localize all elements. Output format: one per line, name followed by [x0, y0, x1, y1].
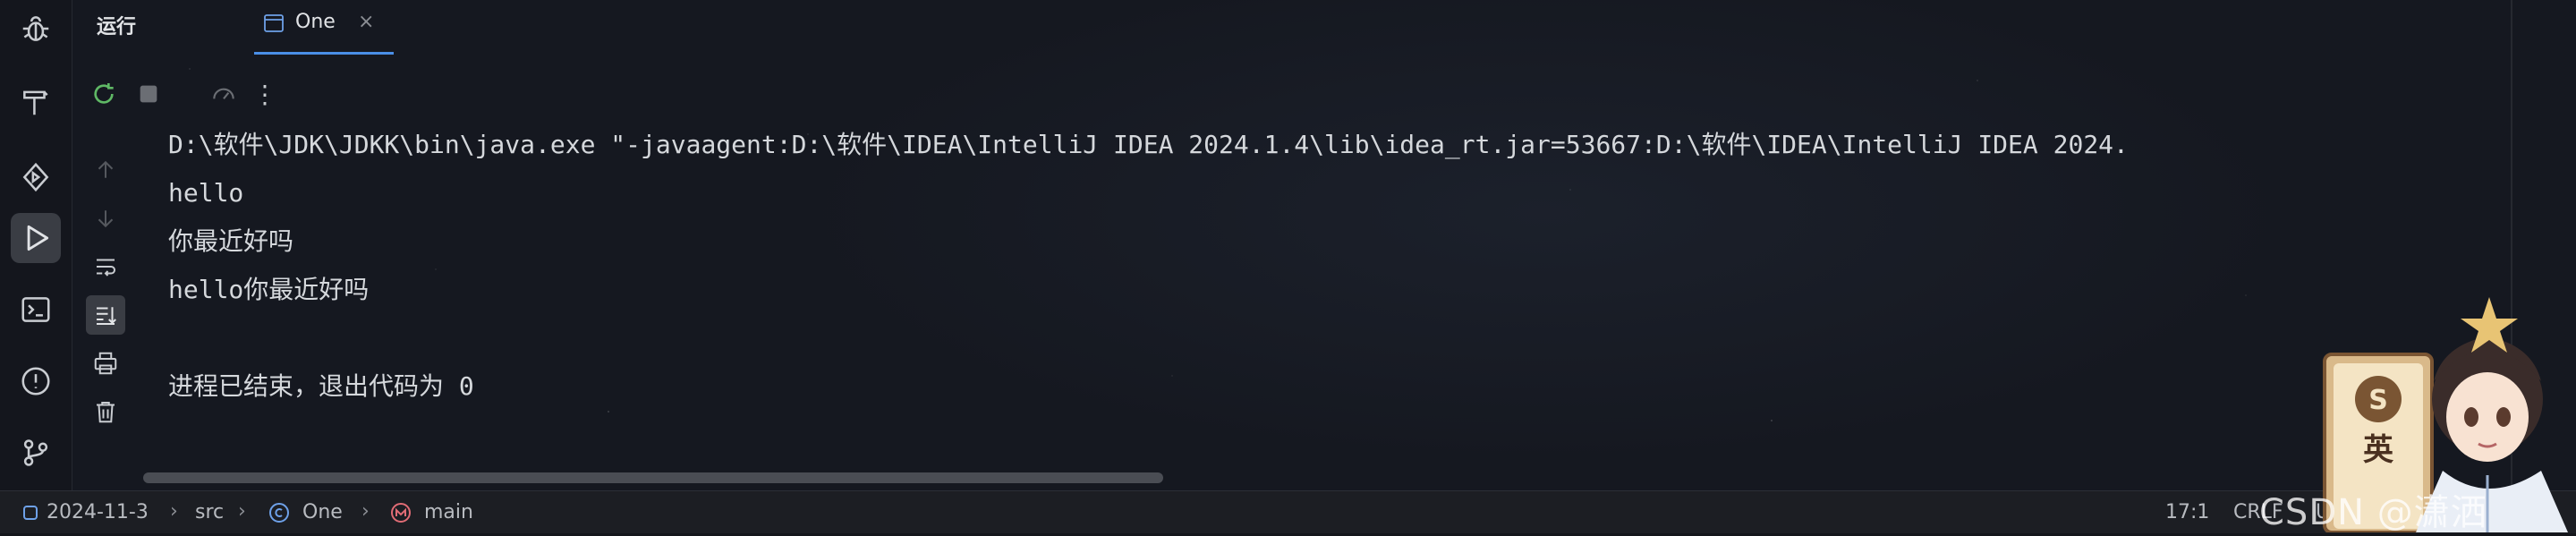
scroll-down-button[interactable]	[86, 199, 125, 238]
csdn-watermark: CSDN @潇洒	[2259, 492, 2487, 533]
stop-icon	[140, 85, 157, 103]
module-icon	[23, 506, 38, 520]
breadcrumb-separator: ›	[170, 500, 178, 523]
run-tool-header: 运行 One ×	[72, 0, 2576, 55]
scroll-to-end-icon	[97, 307, 116, 325]
console-gutter	[72, 125, 143, 483]
rerun-icon	[94, 83, 114, 104]
caret-position[interactable]: 17:1	[2165, 500, 2209, 525]
hammer-icon	[23, 90, 48, 115]
application-icon	[264, 14, 284, 32]
scroll-to-end-button[interactable]	[86, 295, 125, 335]
tab-close-icon[interactable]: ×	[358, 11, 374, 33]
console-line: hello你最近好吗	[168, 275, 370, 304]
profiler-button[interactable]	[206, 72, 242, 116]
build-tool-button[interactable]	[11, 77, 61, 127]
tool-window-strip	[0, 0, 72, 490]
services-icon	[22, 162, 49, 192]
printer-icon	[94, 352, 117, 375]
scroll-up-button[interactable]	[86, 150, 125, 190]
rerun-button[interactable]	[86, 72, 122, 116]
arrow-up-icon	[98, 160, 114, 178]
breadcrumb-separator: ›	[238, 500, 246, 523]
tab-one-label: One	[295, 11, 336, 33]
console-line-exit-status: 进程已结束，退出代码为 0	[168, 371, 474, 401]
console-line: hello	[168, 178, 244, 208]
play-icon	[27, 225, 49, 251]
more-options-button[interactable]: ⋮	[247, 72, 283, 116]
breadcrumb-method[interactable]: main	[424, 500, 473, 525]
bug-icon	[22, 16, 49, 41]
services-tool-button[interactable]	[11, 152, 61, 202]
clear-all-button[interactable]	[86, 392, 125, 431]
tab-one[interactable]: One ×	[254, 0, 388, 54]
horizontal-scrollbar[interactable]	[143, 472, 1163, 483]
terminal-icon	[21, 297, 50, 322]
svg-text:S: S	[2368, 385, 2388, 416]
avatar-badge-text: 英	[2363, 432, 2394, 468]
run-toolbar: ⋮	[72, 72, 340, 116]
status-bar: 2024-11-3 › src › One › main 17:1 CRLF U	[0, 490, 2576, 533]
soft-wrap-button[interactable]	[86, 247, 125, 286]
console-line-command: D:\软件\JDK\JDKK\bin\java.exe "-javaagent:…	[168, 130, 2129, 159]
problems-tool-button[interactable]	[11, 356, 61, 406]
active-tab-indicator	[254, 52, 394, 55]
problems-icon	[21, 367, 50, 396]
soft-wrap-icon	[97, 259, 115, 277]
git-tool-button[interactable]	[11, 428, 61, 478]
debug-tool-button[interactable]	[11, 4, 61, 54]
run-tool-button[interactable]	[11, 213, 61, 263]
breadcrumb-project[interactable]: 2024-11-3	[47, 500, 149, 525]
console-line: 你最近好吗	[168, 226, 294, 256]
method-icon	[391, 503, 411, 523]
trash-icon	[97, 402, 115, 423]
git-branch-icon	[23, 439, 48, 466]
stop-button[interactable]	[131, 72, 166, 116]
console-output[interactable]: D:\软件\JDK\JDKK\bin\java.exe "-javaagent:…	[168, 127, 2512, 467]
breadcrumb-folder[interactable]: src	[195, 500, 224, 525]
breadcrumb-class[interactable]: One	[302, 500, 343, 525]
terminal-tool-button[interactable]	[11, 285, 61, 335]
run-window-title: 运行	[97, 16, 137, 38]
gauge-icon	[213, 88, 234, 99]
arrow-down-icon	[98, 210, 114, 228]
breadcrumb-separator: ›	[361, 500, 370, 523]
class-icon	[269, 503, 289, 523]
print-button[interactable]	[86, 344, 125, 383]
